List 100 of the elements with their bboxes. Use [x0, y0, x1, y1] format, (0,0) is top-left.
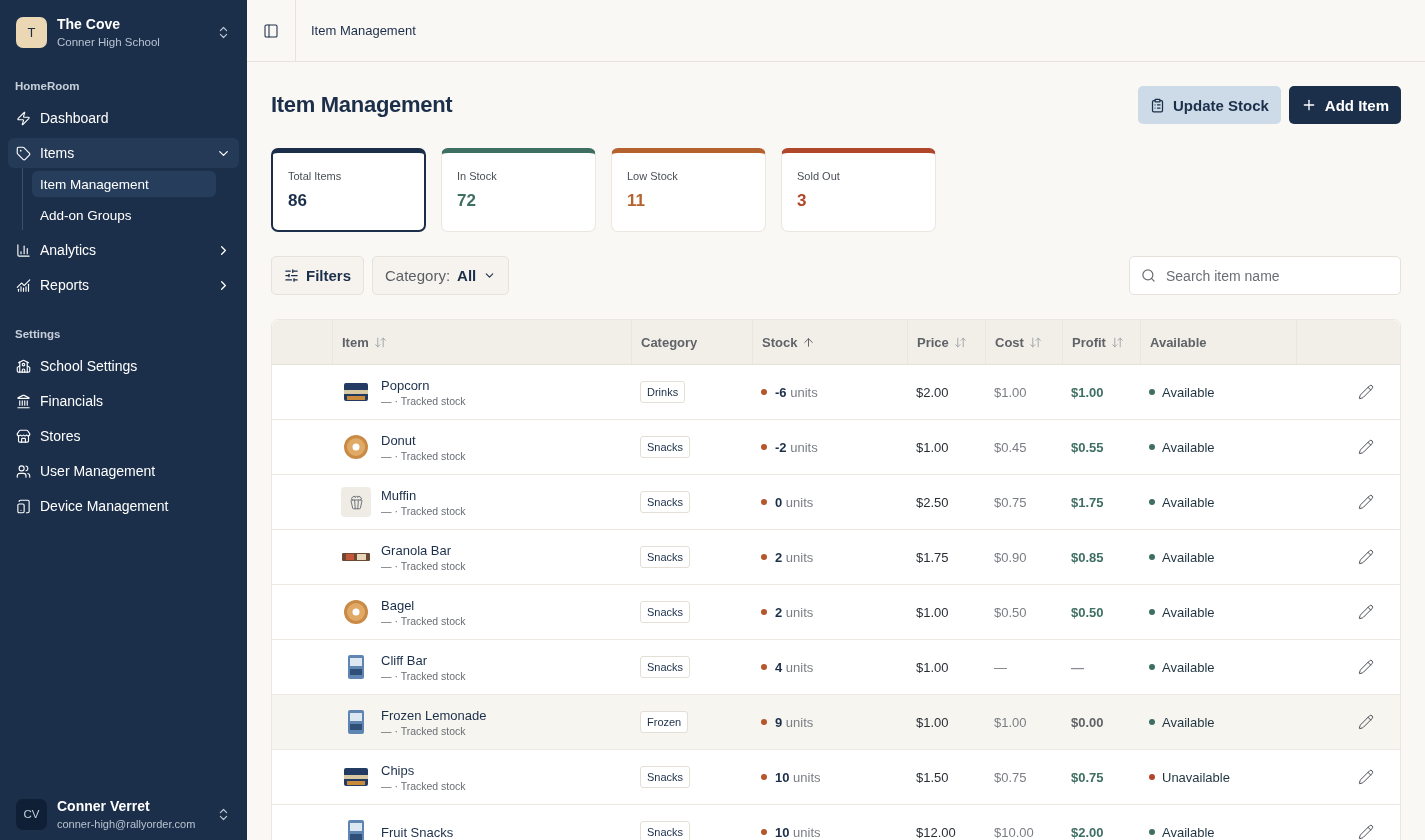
stat-card[interactable]: Sold Out 3 — [781, 148, 936, 232]
profit: $0.55 — [1071, 439, 1104, 455]
edit-button[interactable] — [1356, 657, 1376, 677]
nav-item[interactable]: Analytics — [8, 235, 239, 265]
stock-value: 10 units — [775, 824, 821, 840]
cost: $0.75 — [994, 769, 1027, 785]
nav-item[interactable]: Financials — [8, 386, 239, 416]
category-tag: Snacks — [640, 656, 691, 678]
edit-button[interactable] — [1356, 382, 1376, 402]
item-subtitle: — · Tracked stock — [381, 669, 466, 682]
edit-button[interactable] — [1356, 492, 1376, 512]
profit: $0.50 — [1071, 604, 1104, 620]
nav-item[interactable]: Device Management — [8, 491, 239, 521]
stock-value: -2 units — [775, 439, 818, 455]
store-icon — [16, 428, 31, 444]
add-item-button[interactable]: Add Item — [1288, 86, 1401, 124]
nav-item[interactable]: Dashboard — [8, 103, 239, 133]
nav-item[interactable]: Items — [8, 138, 239, 168]
nav-item[interactable]: Reports — [8, 270, 239, 300]
school-name: Conner High School — [57, 36, 161, 48]
item-name: Granola Bar — [381, 542, 453, 558]
search-field[interactable]: Search item name — [1129, 256, 1401, 295]
stock-value: 2 units — [775, 549, 814, 565]
nav-subitem[interactable]: Item Management — [32, 171, 216, 197]
school-icon — [16, 358, 31, 374]
availability-status: Unavailable — [1162, 769, 1230, 785]
clipboard-icon — [1149, 97, 1165, 113]
cost: $1.00 — [994, 714, 1027, 730]
profit: $2.00 — [1071, 824, 1104, 840]
stat-card[interactable]: Total Items 86 — [271, 148, 426, 232]
stat-label: Sold Out — [797, 170, 841, 182]
column-header[interactable]: Item — [342, 334, 387, 350]
org-avatar: T — [16, 16, 47, 48]
table-row[interactable]: Frozen Lemonade — · Tracked stock Frozen 9 units $1.00 $1.00 $0.00 Available — [272, 695, 1400, 750]
cost: $0.50 — [994, 604, 1027, 620]
column-header[interactable]: Profit — [1072, 334, 1124, 350]
filters-button[interactable]: Filters — [271, 256, 364, 295]
bar-chart-icon — [16, 242, 31, 258]
profit: $1.00 — [1071, 384, 1104, 400]
nav-section-title: HomeRoom — [14, 80, 81, 92]
column-header: Category — [641, 334, 698, 350]
edit-button[interactable] — [1356, 602, 1376, 622]
edit-button[interactable] — [1356, 767, 1376, 787]
nav-item[interactable]: User Management — [8, 456, 239, 486]
user-email: conner-high@rallyorder.com — [57, 818, 197, 830]
edit-button[interactable] — [1356, 437, 1376, 457]
price: $1.00 — [916, 714, 949, 730]
cost: $0.75 — [994, 494, 1027, 510]
stock-dot — [761, 499, 767, 505]
availability-status: Available — [1162, 604, 1215, 620]
item-subtitle: — · Tracked stock — [381, 449, 466, 462]
profit: $0.75 — [1071, 769, 1104, 785]
price: $1.75 — [916, 549, 949, 565]
category-tag: Snacks — [640, 436, 691, 458]
stat-label: Total Items — [288, 170, 343, 182]
column-header[interactable]: Cost — [995, 334, 1042, 350]
nav-item[interactable]: School Settings — [8, 351, 239, 381]
user-avatar: CV — [16, 798, 47, 830]
profit: $0.85 — [1071, 549, 1104, 565]
nav-subitem[interactable]: Add-on Groups — [32, 202, 216, 228]
stock-dot — [761, 664, 767, 670]
edit-button[interactable] — [1356, 822, 1376, 840]
stock-dot — [761, 829, 767, 835]
nav-section-title: Settings — [14, 328, 62, 340]
price: $1.50 — [916, 769, 949, 785]
stat-label: In Stock — [457, 170, 498, 182]
item-subtitle: — · Tracked stock — [381, 394, 466, 407]
sliders-icon — [284, 268, 299, 283]
edit-button[interactable] — [1356, 712, 1376, 732]
category-tag: Snacks — [640, 601, 691, 623]
stat-value: 86 — [288, 191, 308, 211]
bucket-icon — [348, 494, 364, 510]
column-header[interactable]: Price — [917, 334, 967, 350]
stat-value: 3 — [797, 191, 808, 211]
column-header[interactable]: Stock — [762, 334, 816, 350]
users-icon — [16, 463, 31, 479]
item-subtitle: — · Tracked stock — [381, 504, 466, 517]
stock-dot — [761, 554, 767, 560]
search-icon — [1141, 268, 1156, 283]
sidebar-toggle-icon[interactable] — [263, 22, 279, 39]
profit: — — [1071, 659, 1084, 675]
item-name: Fruit Snacks — [381, 824, 454, 840]
tag-icon — [16, 145, 31, 161]
cost: $1.00 — [994, 384, 1027, 400]
stat-card[interactable]: Low Stock 11 — [611, 148, 766, 232]
cost: $10.00 — [994, 824, 1034, 840]
nav-item[interactable]: Stores — [8, 421, 239, 451]
sort-ascending-icon[interactable] — [802, 335, 816, 349]
category-tag: Drinks — [640, 381, 686, 403]
price: $1.00 — [916, 439, 949, 455]
category-dropdown[interactable]: Category: All — [372, 256, 510, 295]
stat-card[interactable]: In Stock 72 — [441, 148, 596, 232]
stock-dot — [761, 774, 767, 780]
line-chart-icon — [16, 277, 31, 293]
stock-value: 2 units — [775, 604, 814, 620]
item-subtitle: — · Tracked stock — [381, 724, 467, 737]
update-stock-button[interactable]: Update Stock — [1137, 86, 1281, 124]
item-name: Cliff Bar — [381, 652, 428, 668]
breadcrumb: Item Management — [311, 23, 416, 38]
edit-button[interactable] — [1356, 547, 1376, 567]
